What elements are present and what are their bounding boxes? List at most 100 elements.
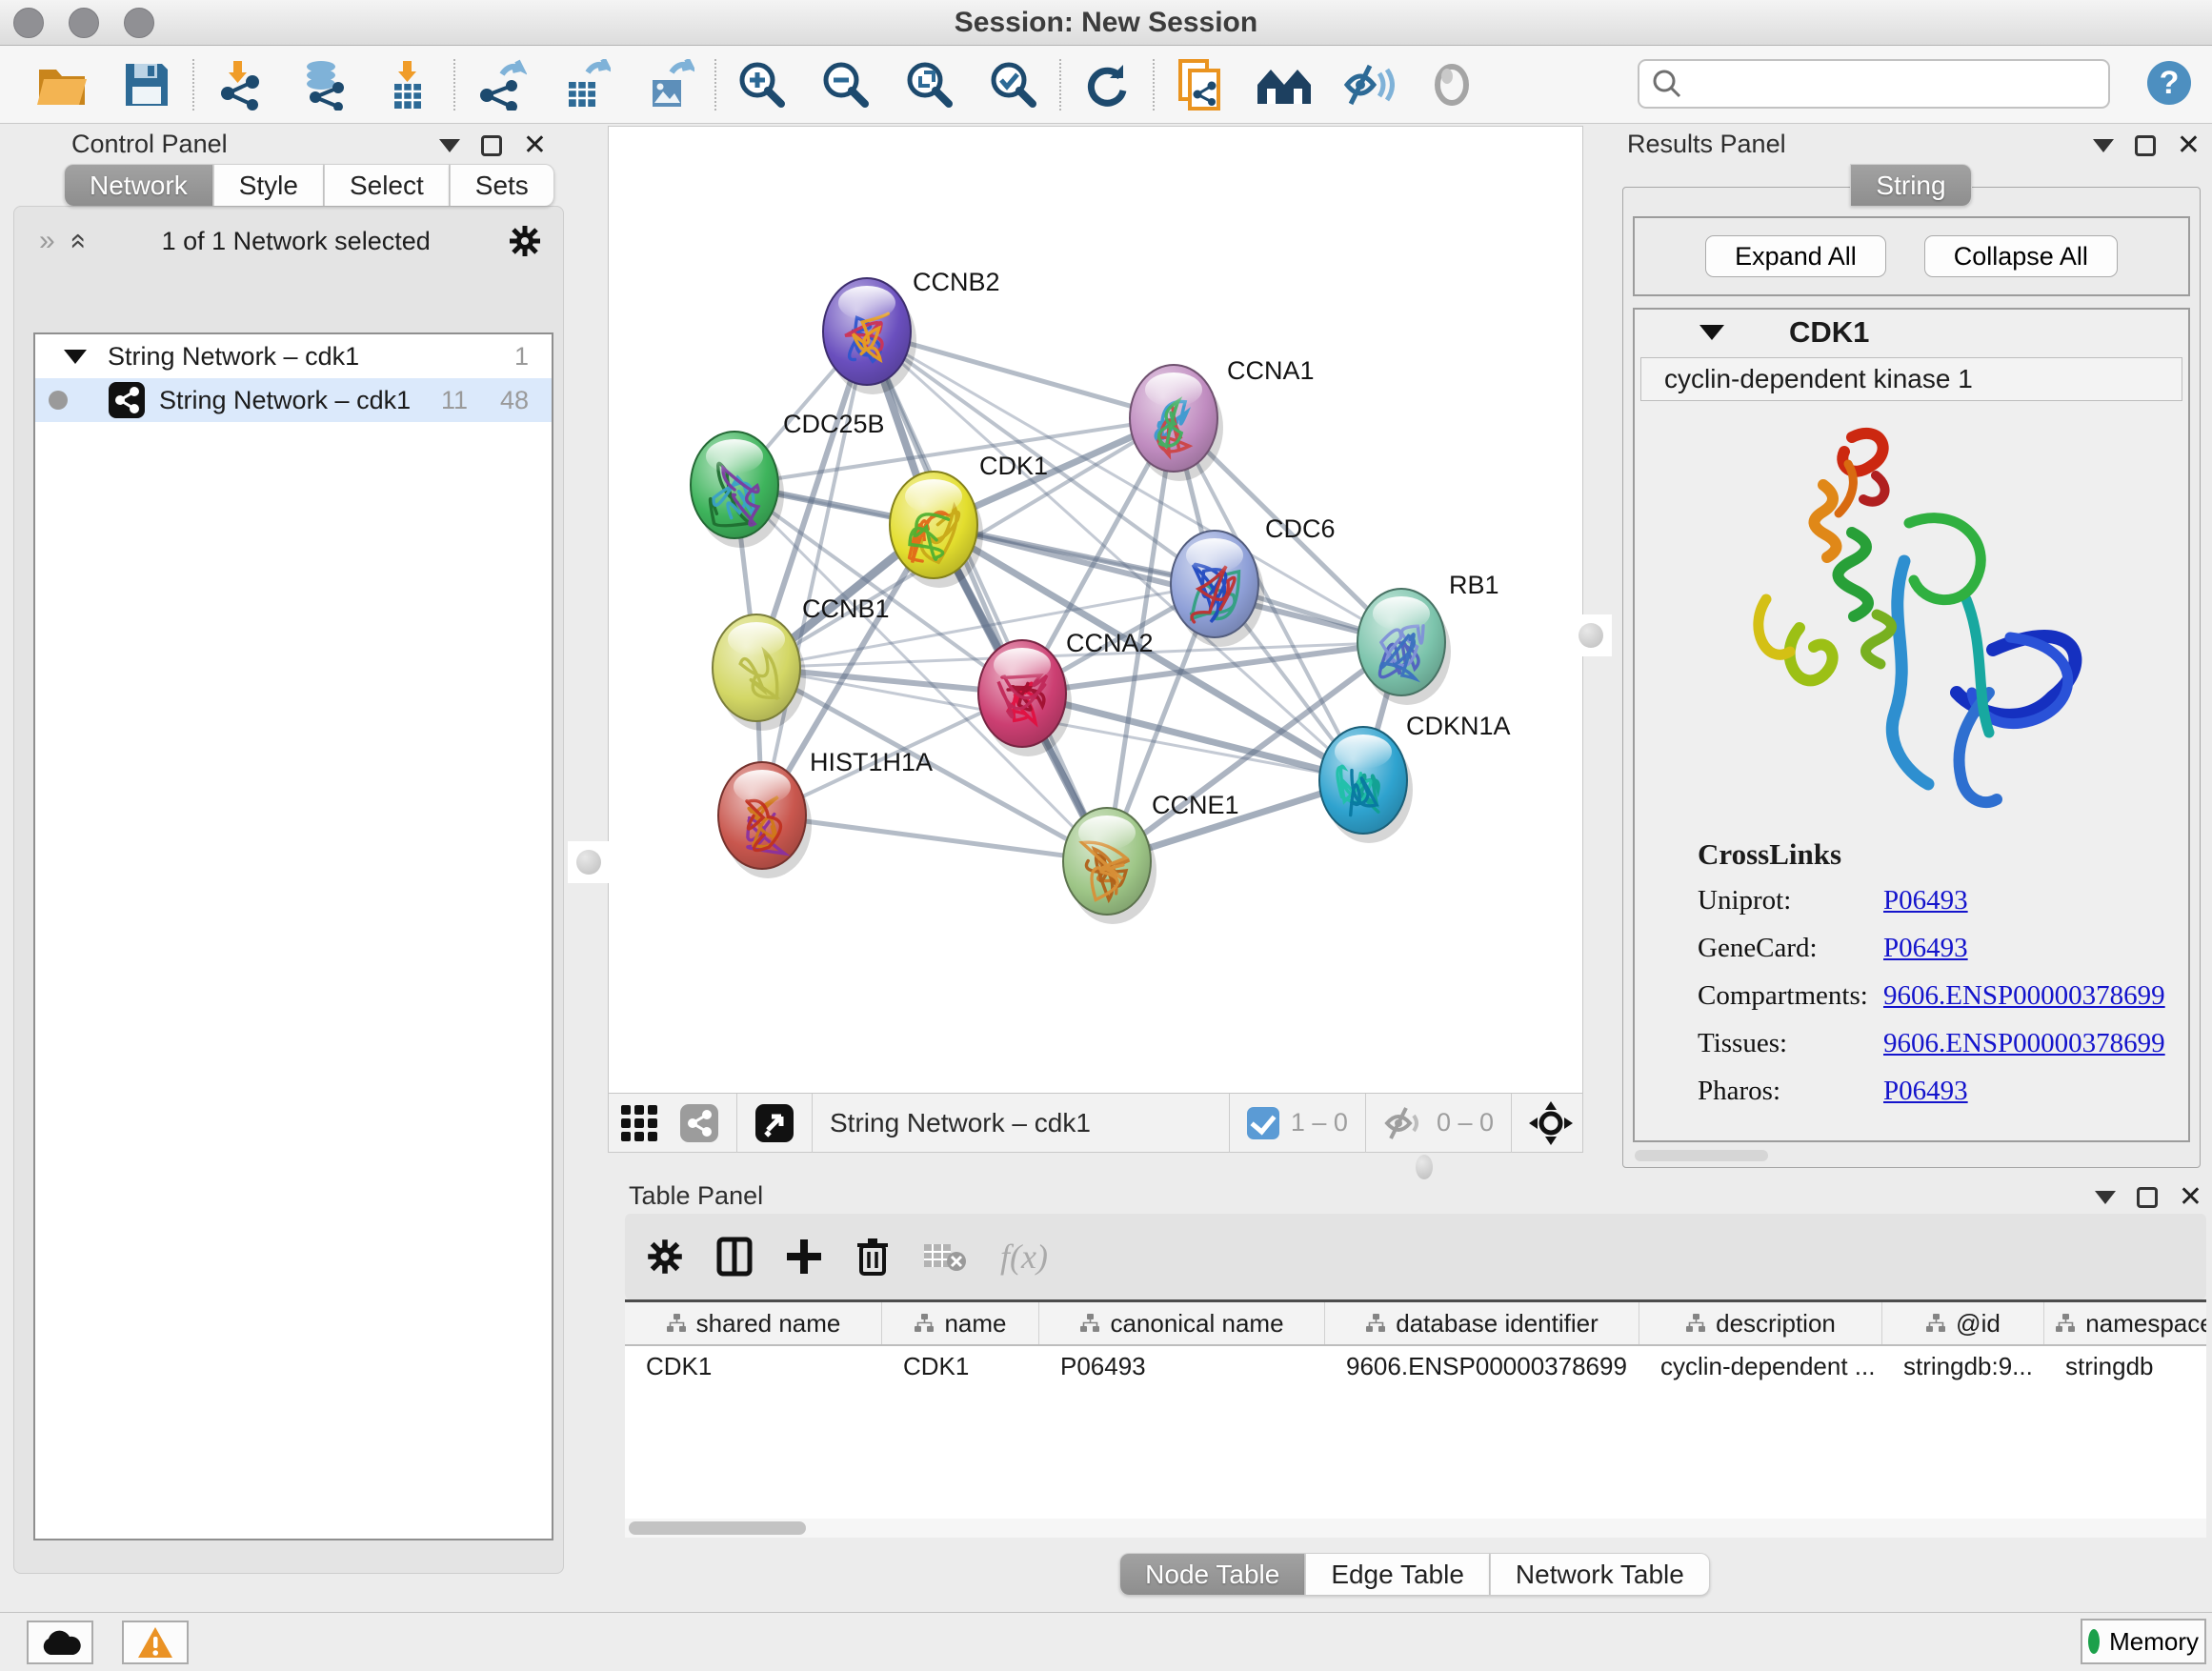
protein-expander-icon[interactable] bbox=[1699, 325, 1724, 340]
node-HIST1H1A[interactable]: HIST1H1A bbox=[718, 748, 933, 878]
import-table-button[interactable] bbox=[366, 53, 450, 116]
protein-card-header[interactable]: CDK1 bbox=[1635, 310, 2188, 355]
node-CCNA1[interactable]: CCNA1 bbox=[1130, 356, 1315, 481]
network-graph-canvas[interactable]: CCNB2CCNA1CDC25BCDK1CDC6RB1CCNB1CCNA2CDK… bbox=[609, 127, 1582, 1093]
table-cell[interactable]: stringdb:9... bbox=[1882, 1346, 2044, 1386]
add-column-icon[interactable] bbox=[785, 1238, 823, 1276]
zoom-fit-button[interactable] bbox=[888, 53, 972, 116]
zoom-out-button[interactable] bbox=[804, 53, 888, 116]
hidden-eye-icon[interactable] bbox=[1383, 1106, 1425, 1140]
string-home-button[interactable] bbox=[1242, 53, 1326, 116]
tab-network-table[interactable]: Network Table bbox=[1490, 1553, 1710, 1595]
import-network-database-button[interactable] bbox=[282, 53, 366, 116]
column-type-icon bbox=[914, 1313, 935, 1334]
search-input[interactable] bbox=[1683, 69, 2083, 100]
expand-all-button[interactable]: Expand All bbox=[1705, 235, 1886, 277]
crosslink-link[interactable]: 9606.ENSP00000378699 bbox=[1883, 1028, 2165, 1059]
table-cell[interactable]: stringdb bbox=[2044, 1346, 2206, 1386]
crosslink-link[interactable]: P06493 bbox=[1883, 885, 1968, 916]
help-button[interactable]: ? bbox=[2147, 61, 2191, 105]
column-header-shared-name[interactable]: shared name bbox=[625, 1302, 882, 1344]
memory-button[interactable]: Memory bbox=[2081, 1619, 2206, 1664]
collapse-all-button[interactable]: Collapse All bbox=[1924, 235, 2118, 277]
panel-menu-icon[interactable] bbox=[439, 139, 460, 152]
panel-float-icon[interactable] bbox=[2135, 135, 2156, 156]
column-header-name[interactable]: name bbox=[882, 1302, 1039, 1344]
tab-sets[interactable]: Sets bbox=[450, 164, 554, 206]
memory-status-dot bbox=[2088, 1629, 2100, 1654]
tab-select[interactable]: Select bbox=[324, 164, 450, 206]
edge-CCNB2-HIST1H1A[interactable] bbox=[762, 332, 867, 815]
right-splitter-handle[interactable] bbox=[1570, 614, 1612, 656]
node-CDC6[interactable]: CDC6 bbox=[1171, 514, 1336, 647]
collapse-all-icon[interactable]: » bbox=[39, 227, 55, 255]
column-header-database-identifier[interactable]: database identifier bbox=[1325, 1302, 1639, 1344]
grid-view-icon[interactable] bbox=[620, 1104, 658, 1142]
tab-edge-table[interactable]: Edge Table bbox=[1305, 1553, 1490, 1595]
delete-column-icon[interactable] bbox=[855, 1237, 890, 1277]
zoom-in-button[interactable] bbox=[720, 53, 804, 116]
column-header--id[interactable]: @id bbox=[1882, 1302, 2044, 1344]
node-CDKN1A[interactable]: CDKN1A bbox=[1319, 712, 1511, 843]
table-options-gear-icon[interactable] bbox=[646, 1238, 684, 1276]
crosslink-link[interactable]: P06493 bbox=[1883, 933, 1968, 964]
panel-float-icon[interactable] bbox=[2137, 1187, 2158, 1208]
show-columns-icon[interactable] bbox=[716, 1237, 753, 1277]
save-session-button[interactable] bbox=[105, 53, 189, 116]
open-session-button[interactable] bbox=[21, 53, 105, 116]
import-network-file-button[interactable] bbox=[198, 53, 282, 116]
panel-close-icon[interactable]: ✕ bbox=[2177, 135, 2201, 156]
table-cell[interactable]: 9606.ENSP00000378699 bbox=[1325, 1346, 1639, 1386]
birds-eye-view-icon[interactable] bbox=[754, 1103, 794, 1143]
expand-all-icon[interactable]: » bbox=[62, 233, 90, 250]
panel-close-icon[interactable]: ✕ bbox=[523, 135, 547, 156]
crosslink-link[interactable]: P06493 bbox=[1883, 1076, 1968, 1107]
edge-CCNB2-CCNE1[interactable] bbox=[867, 332, 1107, 861]
crosslink-link[interactable]: 9606.ENSP00000378699 bbox=[1883, 980, 2165, 1012]
zoom-selected-button[interactable] bbox=[972, 53, 1056, 116]
panel-menu-icon[interactable] bbox=[2093, 139, 2114, 152]
export-table-button[interactable] bbox=[543, 53, 627, 116]
table-cell[interactable]: CDK1 bbox=[882, 1346, 1039, 1386]
tab-node-table[interactable]: Node Table bbox=[1119, 1553, 1305, 1595]
network-collection-row[interactable]: String Network – cdk1 1 bbox=[35, 334, 552, 378]
left-splitter-handle[interactable] bbox=[568, 841, 610, 883]
eye-disabled-button[interactable] bbox=[1410, 53, 1494, 116]
hide-unhide-button[interactable] bbox=[1326, 53, 1410, 116]
clone-network-button[interactable] bbox=[1158, 53, 1242, 116]
tab-style[interactable]: Style bbox=[213, 164, 324, 206]
pan-crosshair-icon[interactable] bbox=[1529, 1101, 1573, 1145]
panel-menu-icon[interactable] bbox=[2095, 1191, 2116, 1204]
selected-checkbox-icon[interactable] bbox=[1247, 1107, 1279, 1139]
node-CCNE1[interactable]: CCNE1 bbox=[1063, 791, 1239, 924]
warnings-button[interactable] bbox=[122, 1621, 189, 1664]
column-header-description[interactable]: description bbox=[1639, 1302, 1882, 1344]
column-header-canonical-name[interactable]: canonical name bbox=[1039, 1302, 1325, 1344]
table-horizontal-scrollbar[interactable] bbox=[625, 1519, 2206, 1538]
table-cell[interactable]: cyclin-dependent ... bbox=[1639, 1346, 1882, 1386]
panel-float-icon[interactable] bbox=[481, 135, 502, 156]
tab-network[interactable]: Network bbox=[64, 164, 213, 206]
function-builder-icon: f(x) bbox=[1000, 1237, 1048, 1277]
string-style-icon[interactable] bbox=[679, 1103, 719, 1143]
search-icon bbox=[1651, 68, 1683, 100]
node-CCNB2[interactable]: CCNB2 bbox=[823, 268, 1000, 394]
panel-close-icon[interactable]: ✕ bbox=[2179, 1187, 2202, 1208]
collection-expander-icon[interactable] bbox=[64, 350, 87, 364]
results-scrollbar-thumb[interactable] bbox=[1635, 1150, 1768, 1161]
node-RB1[interactable]: RB1 bbox=[1357, 571, 1499, 705]
table-cell[interactable]: CDK1 bbox=[625, 1346, 882, 1386]
network-row[interactable]: String Network – cdk1 11 48 bbox=[35, 378, 552, 422]
table-cell[interactable]: P06493 bbox=[1039, 1346, 1325, 1386]
column-header-namespace[interactable]: namespace bbox=[2044, 1302, 2206, 1344]
bottom-splitter-handle[interactable] bbox=[1416, 1155, 1433, 1179]
table-row[interactable]: CDK1CDK1P064939606.ENSP00000378699cyclin… bbox=[625, 1346, 2206, 1386]
edge-HIST1H1A-CCNE1[interactable] bbox=[762, 815, 1107, 861]
export-image-button[interactable] bbox=[627, 53, 711, 116]
cloud-status-button[interactable] bbox=[27, 1621, 93, 1664]
tab-string[interactable]: String bbox=[1850, 164, 1971, 206]
export-network-button[interactable] bbox=[459, 53, 543, 116]
network-options-gear-icon[interactable] bbox=[508, 224, 542, 258]
refresh-button[interactable] bbox=[1065, 53, 1149, 116]
scrollbar-thumb[interactable] bbox=[629, 1521, 806, 1535]
